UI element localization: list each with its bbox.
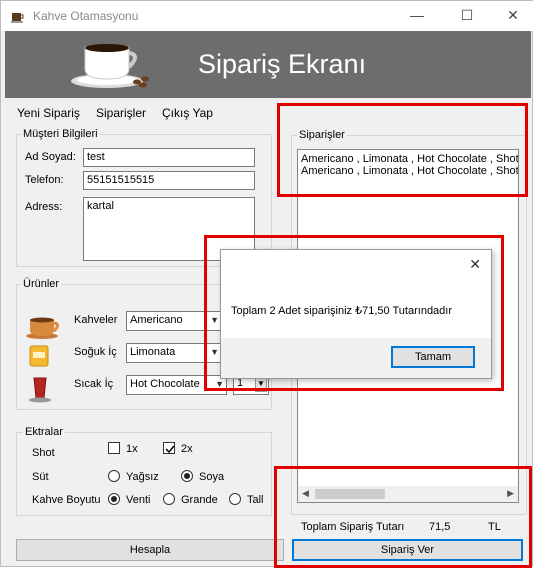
hot-coffee-icon (24, 312, 64, 340)
menu-new-order[interactable]: Yeni Sipariş (17, 106, 80, 120)
size-venti-label: Venti (126, 494, 151, 506)
hot-drink-label: Sıcak İç (74, 378, 114, 390)
milk-fat-free-label: Yağsız (126, 471, 159, 483)
maximize-icon[interactable]: ☐ (457, 7, 477, 24)
window-title: Kahve Otamasyonu (33, 9, 139, 23)
size-label: Kahve Boyutu (32, 494, 101, 506)
name-label: Ad Soyad: (25, 151, 76, 163)
shot-2x-label: 2x (181, 443, 193, 455)
milk-fat-free-radio[interactable] (108, 470, 120, 482)
minimize-icon[interactable]: — (407, 7, 427, 23)
shot-1x-label: 1x (126, 443, 138, 455)
highlight-box (274, 466, 532, 568)
size-tall-radio[interactable] (229, 493, 241, 505)
cold-drink-label: Soğuk İç (74, 346, 117, 358)
highlight-box (204, 235, 504, 391)
tea-glass-icon (27, 375, 53, 403)
menu-orders[interactable]: Siparişler (96, 106, 146, 120)
shot-2x-checkbox[interactable] (163, 442, 175, 454)
shot-label: Shot (32, 447, 55, 459)
products-title: Ürünler (21, 278, 62, 290)
milk-soy-label: Soya (199, 471, 225, 483)
phone-field[interactable]: 55151515515 (83, 171, 255, 190)
coffee-select-value: Americano (130, 314, 183, 326)
calculate-button[interactable]: Hesapla (16, 539, 284, 561)
extras-title: Ektralar (23, 426, 65, 438)
close-icon[interactable]: ✕ (503, 7, 523, 24)
cold-drink-select-value: Limonata (130, 346, 176, 358)
phone-label: Telefon: (25, 174, 64, 186)
milk-label: Süt (32, 471, 49, 483)
customer-info-title: Müşteri Bilgileri (21, 128, 100, 140)
highlight-box (277, 103, 528, 197)
hot-drink-select-value: Hot Chocolate (130, 378, 200, 390)
name-field[interactable]: test (83, 148, 255, 167)
cold-drink-icon (25, 343, 53, 369)
checkmark-icon (165, 445, 175, 454)
size-tall-label: Tall (247, 494, 264, 506)
shot-1x-checkbox[interactable] (108, 442, 120, 454)
milk-soy-radio[interactable] (181, 470, 193, 482)
address-label: Adress: (25, 201, 63, 213)
page-title: Sipariş Ekranı (198, 49, 367, 79)
coffee-label: Kahveler (74, 314, 118, 326)
size-grande-radio[interactable] (163, 493, 175, 505)
size-grande-label: Grande (181, 494, 218, 506)
coffee-cup-icon (67, 35, 157, 91)
app-icon (10, 8, 26, 24)
header-banner: Sipariş Ekranı (5, 31, 531, 98)
size-venti-radio[interactable] (108, 493, 120, 505)
menu-exit[interactable]: Çıkış Yap (162, 106, 213, 120)
app-window: Kahve Otamasyonu — ☐ ✕ Sipariş Ekranı Ye… (0, 0, 533, 568)
title-bar: Kahve Otamasyonu — ☐ ✕ (1, 1, 533, 31)
